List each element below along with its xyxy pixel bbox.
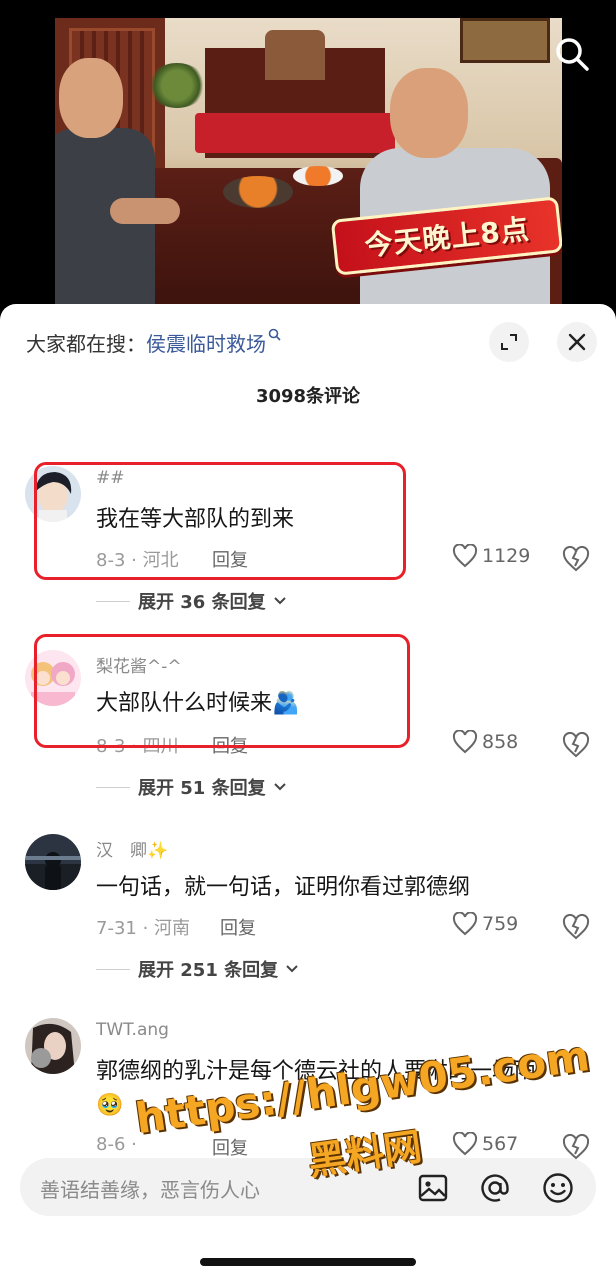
search-button[interactable] [552, 34, 592, 74]
like-button[interactable]: 1129 [452, 544, 530, 568]
expand-replies-label: 展开 251 条回复 [138, 960, 279, 981]
annotation-box [34, 634, 410, 748]
emoji-icon [543, 1173, 573, 1203]
like-count: 1129 [482, 545, 531, 567]
expand-replies-label: 展开 36 条回复 [138, 592, 266, 613]
comment-text-continued: 🥹 [96, 1093, 124, 1118]
heart-icon [452, 544, 478, 568]
search-icon [556, 38, 589, 71]
dislike-button[interactable] [562, 913, 590, 940]
chevron-down-icon [286, 965, 298, 973]
expand-icon [501, 334, 517, 350]
expand-replies[interactable]: 展开 36 条回复 [96, 588, 286, 614]
broken-heart-icon [562, 1133, 590, 1160]
avatar[interactable] [25, 1018, 81, 1074]
banner-text: 今天晚上8点 [363, 212, 532, 263]
comment-author[interactable]: 汉 卿✨ [96, 836, 168, 861]
hot-search-prefix: 大家都在搜： [26, 332, 146, 356]
like-count: 759 [482, 913, 519, 935]
home-indicator[interactable] [200, 1258, 416, 1266]
mention-button[interactable] [478, 1171, 512, 1205]
dislike-button[interactable] [562, 545, 590, 572]
person-right [350, 68, 562, 320]
comment-author[interactable]: TWT.ang [96, 1020, 169, 1040]
expand-button[interactable] [489, 322, 529, 362]
comment-meta: 7-31 · 河南 [96, 918, 191, 939]
close-icon [568, 333, 586, 351]
wall-painting [460, 18, 550, 63]
dislike-button[interactable] [562, 1133, 590, 1160]
video-frame: 今天晚上8点 [55, 18, 562, 320]
broken-heart-icon [562, 913, 590, 940]
broken-heart-icon [562, 545, 590, 572]
heart-icon [452, 912, 478, 936]
heart-icon [452, 730, 478, 754]
reply-button[interactable]: 回复 [220, 914, 256, 940]
comment-meta: 8-6 · [96, 1134, 137, 1155]
video-player[interactable]: 今天晚上8点 [0, 0, 616, 320]
image-icon [418, 1174, 448, 1202]
watermark-name: 黑料网 [305, 1124, 425, 1184]
like-count: 858 [482, 731, 519, 753]
comment-text: 一句话，就一句话，证明你看过郭德纲 [96, 875, 471, 900]
like-button[interactable]: 759 [452, 912, 518, 936]
chevron-down-icon [273, 783, 286, 791]
person-left [55, 58, 180, 320]
like-button[interactable]: 858 [452, 730, 518, 754]
image-button[interactable] [416, 1171, 450, 1205]
hot-search-term[interactable]: 侯震临时救场 [146, 328, 266, 357]
hot-search[interactable]: 大家都在搜： 侯震临时救场 [26, 328, 281, 357]
emoji-button[interactable] [541, 1171, 575, 1205]
chevron-down-icon [273, 597, 286, 605]
expand-replies[interactable]: 展开 51 条回复 [96, 774, 286, 800]
at-icon [481, 1174, 509, 1202]
annotation-box [34, 462, 406, 580]
fruit-plate [293, 166, 343, 186]
comment-count: 3098条评论 [255, 386, 361, 407]
expand-replies[interactable]: 展开 251 条回复 [96, 956, 298, 982]
avatar[interactable] [25, 834, 81, 890]
fruit-bowl [223, 176, 293, 208]
close-button[interactable] [557, 322, 597, 362]
search-icon-small [268, 328, 281, 345]
broken-heart-icon [562, 731, 590, 758]
expand-replies-label: 展开 51 条回复 [138, 778, 266, 799]
dislike-button[interactable] [562, 731, 590, 758]
